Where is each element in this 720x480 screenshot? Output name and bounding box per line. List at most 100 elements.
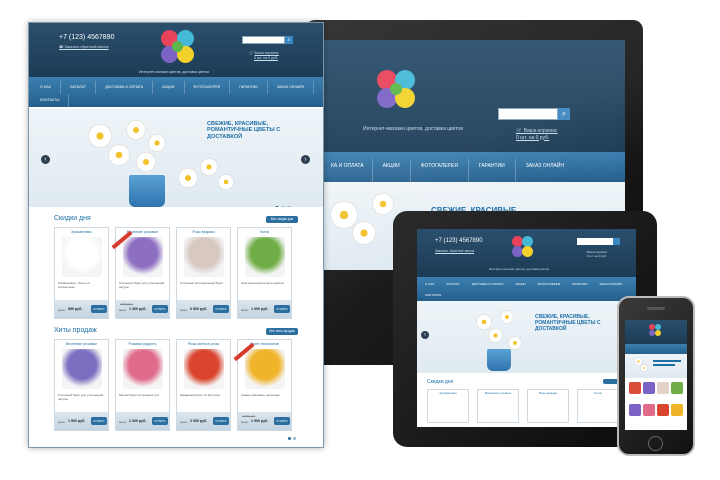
tablet-cart[interactable]: Ваша корзина: 0 шт. на 0 руб.	[587, 250, 607, 259]
buy-button[interactable]: КУПИТЬ	[91, 417, 107, 425]
monitor-cart[interactable]: 🛒 Ваша корзина: 0 шт. на 0 руб.	[516, 128, 558, 141]
phone-home-button	[648, 436, 663, 451]
product-title[interactable]: Розы ведьмы	[177, 230, 230, 234]
product-image[interactable]	[245, 349, 285, 389]
price-prefix: Цена:	[180, 308, 188, 312]
nav-order-online[interactable]: ЗАКАЗ ОНЛАЙН	[268, 81, 315, 94]
tablet-nav-about[interactable]: О НАС	[419, 280, 440, 291]
product-image[interactable]	[123, 237, 163, 277]
tablet-tagline: Интернет-магазин цветов, доставка цветов	[489, 267, 549, 271]
nav-catalog[interactable]: КАТАЛОГ	[61, 81, 97, 94]
slider-prev-arrow[interactable]: ‹	[41, 155, 50, 164]
product-title[interactable]: Букет тюльпанов	[238, 342, 291, 346]
product-card[interactable]: Букет тюльпанов Самые красивые тюльпаны 4 …	[233, 339, 292, 431]
search-icon[interactable]: ⌕	[558, 108, 570, 120]
product-title[interactable]: Розы желтые-розы	[177, 342, 230, 346]
price-prefix: Цена:	[241, 420, 249, 424]
slide-text: СВЕЖИЕ, КРАСИВЫЕ, РОМАНТИЧНЫЕ ЦВЕТЫ С ДО…	[207, 121, 281, 140]
product-title[interactable]: Хризантемы	[55, 230, 108, 234]
hits-dots	[287, 427, 297, 445]
product-card[interactable]: Розы желтые-розы Шикарный букет из 101 ро…	[176, 339, 231, 431]
product-card[interactable]: Весенние розовые Стильный букет для утонч…	[111, 227, 170, 319]
phone-site	[625, 320, 687, 430]
monitor-nav-delivery[interactable]: КА И ОПЛАТА	[323, 159, 373, 182]
tablet-card[interactable]: Хризантемы	[427, 389, 469, 423]
product-image[interactable]	[184, 237, 224, 277]
search-icon[interactable]: ⌕	[285, 36, 293, 44]
tablet-nav-delivery[interactable]: ДОСТАВКА И ОПЛАТА	[466, 280, 510, 291]
phone-nav[interactable]	[625, 344, 687, 354]
monitor-nav-order[interactable]: ЗАКАЗ ОНЛАЙН	[516, 159, 574, 182]
vase-image	[129, 175, 165, 207]
product-description: Ромашковые, букеты и хризантемы	[58, 282, 90, 289]
product-price-bar: Цена: 1 500 руб. КУПИТЬ	[55, 412, 108, 430]
tablet-card[interactable]: Весенние розовые	[477, 389, 519, 423]
price-prefix: Цена:	[180, 420, 188, 424]
monitor-search-input[interactable]	[498, 108, 558, 120]
buy-button[interactable]: КУПИТЬ	[213, 305, 229, 313]
buy-button[interactable]: КУПИТЬ	[274, 417, 290, 425]
nav-contacts[interactable]: КОНТАКТЫ	[31, 94, 70, 107]
nav-about[interactable]: О НАС	[31, 81, 62, 94]
buy-button[interactable]: КУПИТЬ	[152, 417, 168, 425]
product-card[interactable]: Котик Оригинальный котик из цветов Цена: 1 …	[237, 227, 292, 319]
nav-delivery[interactable]: ДОСТАВКА И ОПЛАТА	[96, 81, 154, 94]
product-image[interactable]	[62, 237, 102, 277]
product-title[interactable]: Розовая радость	[116, 342, 169, 346]
product-image[interactable]	[123, 349, 163, 389]
tablet-nav-order[interactable]: ЗАКАЗ ОНЛАЙН	[594, 280, 629, 291]
cart-link[interactable]: 🛒 Ваша корзина: 0 шт. на 0 руб.	[249, 51, 279, 60]
search-icon[interactable]	[613, 238, 620, 245]
tablet-nav: О НАС КАТАЛОГ ДОСТАВКА И ОПЛАТА АКЦИИ ФО…	[417, 277, 636, 301]
monitor-nav-guarantees[interactable]: ГАРАНТИИ	[469, 159, 516, 182]
old-price: 4 000 руб.	[242, 414, 256, 418]
buy-button[interactable]: КУПИТЬ	[274, 305, 290, 313]
tablet-card[interactable]: Котик	[577, 389, 619, 423]
monitor-nav-gallery[interactable]: ФОТОГАЛЕРЕЯ	[411, 159, 469, 182]
product-card[interactable]: Весенние розовые Стильный букет для утонч…	[54, 339, 109, 431]
product-price-bar: Цена: 2 300 руб. КУПИТЬ	[116, 412, 169, 430]
tablet-card[interactable]: Розы ведьмы	[527, 389, 569, 423]
product-description: Стильный букет для утонченной натуры	[58, 394, 104, 401]
monitor-nav-promos[interactable]: АКЦИИ	[373, 159, 411, 182]
nav-promos[interactable]: АКЦИИ	[153, 81, 185, 94]
tablet-nav-catalog[interactable]: КАТАЛОГ	[440, 280, 465, 291]
product-description: Стильный оригинальный букет	[180, 282, 224, 285]
nav-guarantees[interactable]: ГАРАНТИИ	[230, 81, 268, 94]
product-card[interactable]: Розовая радость Милый букет из розовых ро…	[115, 339, 170, 431]
search-input[interactable]	[242, 36, 285, 44]
buy-button[interactable]: КУПИТЬ	[91, 305, 107, 313]
tablet-phone: +7 (123) 4567890	[435, 238, 483, 244]
product-title[interactable]: Весенние розовые	[116, 230, 169, 234]
product-price: 890 руб.	[68, 307, 83, 311]
price-prefix: Цена:	[119, 420, 127, 424]
slider-prev-arrow[interactable]: ‹	[421, 331, 429, 339]
product-image[interactable]	[62, 349, 102, 389]
nav-gallery[interactable]: ФОТОГАЛЕРЕЯ	[185, 81, 231, 94]
cart-icon: 🛒	[516, 128, 524, 134]
deals-section: Скидки дня Все скидки дня Хризантемы Рома…	[29, 207, 323, 323]
all-deals-button[interactable]: Все скидки дня	[266, 216, 298, 223]
product-title[interactable]: Котик	[238, 230, 291, 234]
tablet-section-title: Скидки дня	[427, 379, 454, 385]
tablet-nav-contacts[interactable]: КОНТАКТЫ	[419, 291, 447, 302]
all-hits-button[interactable]: Все хиты продаж	[266, 328, 298, 335]
tablet-nav-gallery[interactable]: ФОТОГАЛЕРЕЯ	[532, 280, 566, 291]
product-card[interactable]: Хризантемы Ромашковые, букеты и хризантем…	[54, 227, 109, 319]
tablet-search-input[interactable]	[577, 238, 613, 245]
tablet-nav-promos[interactable]: АКЦИИ	[509, 280, 531, 291]
buy-button[interactable]: КУПИТЬ	[152, 305, 168, 313]
tablet-deals: Скидки дня Хризантемы Весенние розовые Р…	[417, 373, 636, 427]
callback-link[interactable]: ☎ Заказать обратный звонок	[59, 45, 109, 49]
product-price: 2 300 руб.	[129, 419, 147, 423]
product-description: Самые красивые тюльпаны	[241, 394, 280, 397]
tablet-nav-guarantees[interactable]: ГАРАНТИИ	[566, 280, 594, 291]
tablet-callback[interactable]: Заказать обратный звонок	[435, 249, 474, 253]
tablet-site: +7 (123) 4567890 Заказать обратный звоно…	[417, 229, 636, 427]
product-title[interactable]: Весенние розовые	[55, 342, 108, 346]
product-image[interactable]	[245, 237, 285, 277]
slider-next-arrow[interactable]: ›	[301, 155, 310, 164]
product-card[interactable]: Розы ведьмы Стильный оригинальный букет Це…	[176, 227, 231, 319]
product-image[interactable]	[184, 349, 224, 389]
buy-button[interactable]: КУПИТЬ	[213, 417, 229, 425]
